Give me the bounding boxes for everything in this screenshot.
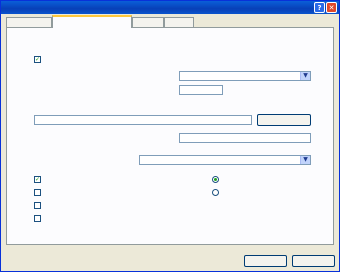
chevron-down-icon: ▼ <box>300 156 310 164</box>
cancel-button[interactable] <box>292 255 335 267</box>
radio-option-1[interactable] <box>212 176 219 183</box>
tab-4[interactable] <box>164 17 194 27</box>
dialog-window: ? ✕ ✓ ▼ ▼ ✓ <box>0 0 340 272</box>
enable-checkbox[interactable]: ✓ <box>34 56 41 63</box>
tab-3[interactable] <box>132 17 164 27</box>
row2-input[interactable] <box>179 85 223 95</box>
option-checkbox-3[interactable] <box>34 202 41 209</box>
title-bar: ? ✕ <box>1 1 339 14</box>
path-input[interactable] <box>34 115 252 125</box>
browse-button[interactable] <box>257 114 311 126</box>
radio-option-2[interactable] <box>212 189 219 196</box>
tab-2[interactable] <box>52 15 132 28</box>
settings-panel: ✓ ▼ ▼ ✓ <box>6 27 334 245</box>
row3-input[interactable] <box>179 133 311 143</box>
ok-button[interactable] <box>244 255 287 267</box>
chevron-down-icon: ▼ <box>300 72 310 80</box>
row1-dropdown[interactable]: ▼ <box>179 71 311 81</box>
help-icon[interactable]: ? <box>314 2 325 13</box>
row4-dropdown[interactable]: ▼ <box>139 155 311 165</box>
option-checkbox-2[interactable] <box>34 189 41 196</box>
close-icon[interactable]: ✕ <box>326 2 337 13</box>
option-checkbox-1[interactable]: ✓ <box>34 176 41 183</box>
tab-1[interactable] <box>6 17 52 27</box>
option-checkbox-4[interactable] <box>34 215 41 222</box>
